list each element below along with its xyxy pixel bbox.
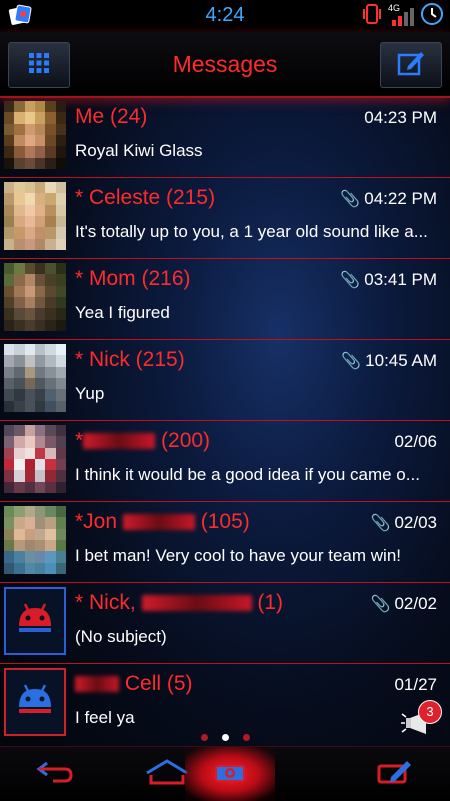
time-text: 04:23 PM	[364, 108, 437, 127]
home-icon	[145, 758, 189, 790]
conversation-row[interactable]: * (200) 02/06 I think it would be a good…	[0, 421, 450, 502]
camera-icon	[213, 759, 247, 790]
message-time: 01/27	[394, 675, 437, 695]
attachment-icon: 📎	[341, 353, 362, 370]
redacted-name	[122, 514, 195, 531]
message-time: 📎 03:41 PM	[340, 270, 437, 290]
notification-badge: 3	[418, 700, 442, 724]
contact-name: Cell (5)	[75, 672, 193, 696]
message-time: 📎 02/02	[371, 594, 437, 614]
conversation-row[interactable]: * Mom (216) 📎 03:41 PM Yea I figured	[0, 259, 450, 340]
time-text: 10:45 AM	[365, 351, 437, 370]
message-time: 📎 10:45 AM	[341, 351, 437, 371]
time-text: 02/02	[394, 594, 437, 613]
signal-icon: 4G	[388, 3, 414, 27]
time-text: 02/03	[394, 513, 437, 532]
back-button[interactable]	[10, 747, 100, 801]
contact-avatar	[4, 263, 66, 331]
unread-marker: *	[75, 429, 84, 452]
time-text: 03:41 PM	[364, 270, 437, 289]
message-count: (1)	[257, 591, 284, 614]
message-snippet: Royal Kiwi Glass	[75, 141, 203, 160]
battery-icon	[420, 2, 444, 31]
contact-avatar	[4, 101, 66, 169]
message-count: (105)	[200, 510, 250, 533]
vibrate-icon	[362, 3, 382, 30]
conversation-row[interactable]: * Nick (215) 📎 10:45 AM Yup	[0, 340, 450, 421]
message-snippet: Yea I figured	[75, 303, 170, 322]
message-time: 📎 04:22 PM	[340, 189, 437, 209]
android-robot-icon	[13, 681, 57, 724]
contact-avatar	[4, 506, 66, 574]
default-contact-avatar	[4, 668, 66, 736]
contact-avatar	[4, 182, 66, 250]
conversation-row[interactable]: Cell (5) 01/27 I feel ya	[0, 664, 450, 745]
attachment-icon: 📎	[340, 272, 361, 289]
contact-avatar	[4, 344, 66, 412]
attachment-icon: 📎	[370, 596, 391, 613]
conversation-row[interactable]: * Nick, (1) 📎 02/02 (No subject)	[0, 583, 450, 664]
contact-avatar	[4, 425, 66, 493]
message-time: 04:23 PM	[364, 108, 437, 128]
page-indicator	[0, 734, 450, 741]
contact-name: *Jon (105)	[75, 510, 250, 534]
compose-icon	[375, 758, 415, 791]
contact-first-name: *Jon	[75, 510, 118, 533]
conversation-list: Me (24) 04:23 PM Royal Kiwi Glass * Cele…	[0, 97, 450, 745]
bottom-bar	[0, 746, 450, 801]
message-snippet: I think it would be a good idea if you c…	[75, 465, 420, 484]
redacted-name	[83, 433, 156, 450]
new-message-button[interactable]	[350, 747, 440, 801]
attachment-icon: 📎	[370, 515, 391, 532]
compose-button[interactable]	[380, 42, 442, 88]
contact-name: * Nick (215)	[75, 348, 185, 371]
contact-name: Me (24)	[75, 105, 148, 128]
contact-name: * (200)	[75, 429, 210, 453]
header: Messages	[0, 32, 450, 98]
page-dot-active[interactable]	[221, 734, 229, 741]
contact-first-name: * Nick,	[75, 591, 136, 614]
redacted-name	[141, 595, 252, 612]
camera-button[interactable]	[185, 747, 275, 801]
message-count: (200)	[161, 429, 211, 452]
network-type: 4G	[388, 3, 401, 13]
notification-button[interactable]: 3	[400, 700, 444, 740]
time-text: 01/27	[394, 675, 437, 694]
redacted-name	[75, 676, 119, 693]
back-arrow-icon	[35, 759, 75, 790]
page-dot[interactable]	[200, 734, 208, 741]
message-time: 📎 02/03	[371, 513, 437, 533]
conversation-row[interactable]: Me (24) 04:23 PM Royal Kiwi Glass	[0, 97, 450, 178]
status-bar: 4:24 4G	[0, 0, 450, 32]
message-snippet: I bet man! Very cool to have your team w…	[75, 546, 401, 565]
message-snippet: It's totally up to you, a 1 year old sou…	[75, 222, 428, 241]
android-robot-icon	[13, 600, 57, 643]
message-snippet: Yup	[75, 384, 105, 403]
page-dot[interactable]	[242, 734, 250, 741]
compose-icon	[396, 49, 426, 82]
message-snippet: (No subject)	[75, 627, 167, 646]
time-text: 02/06	[394, 432, 437, 451]
default-contact-avatar	[4, 587, 66, 655]
conversation-row[interactable]: * Celeste (215) 📎 04:22 PM It's totally u…	[0, 178, 450, 259]
contact-name: * Celeste (215)	[75, 186, 216, 209]
message-time: 02/06	[394, 432, 437, 452]
message-snippet: I feel ya	[75, 708, 135, 727]
conversation-row[interactable]: *Jon (105) 📎 02/03 I bet man! Very cool t…	[0, 502, 450, 583]
contact-name: * Mom (216)	[75, 267, 191, 290]
message-count: Cell (5)	[124, 672, 193, 695]
contact-name: * Nick, (1)	[75, 591, 283, 615]
time-text: 04:22 PM	[364, 189, 437, 208]
attachment-icon: 📎	[340, 191, 361, 208]
